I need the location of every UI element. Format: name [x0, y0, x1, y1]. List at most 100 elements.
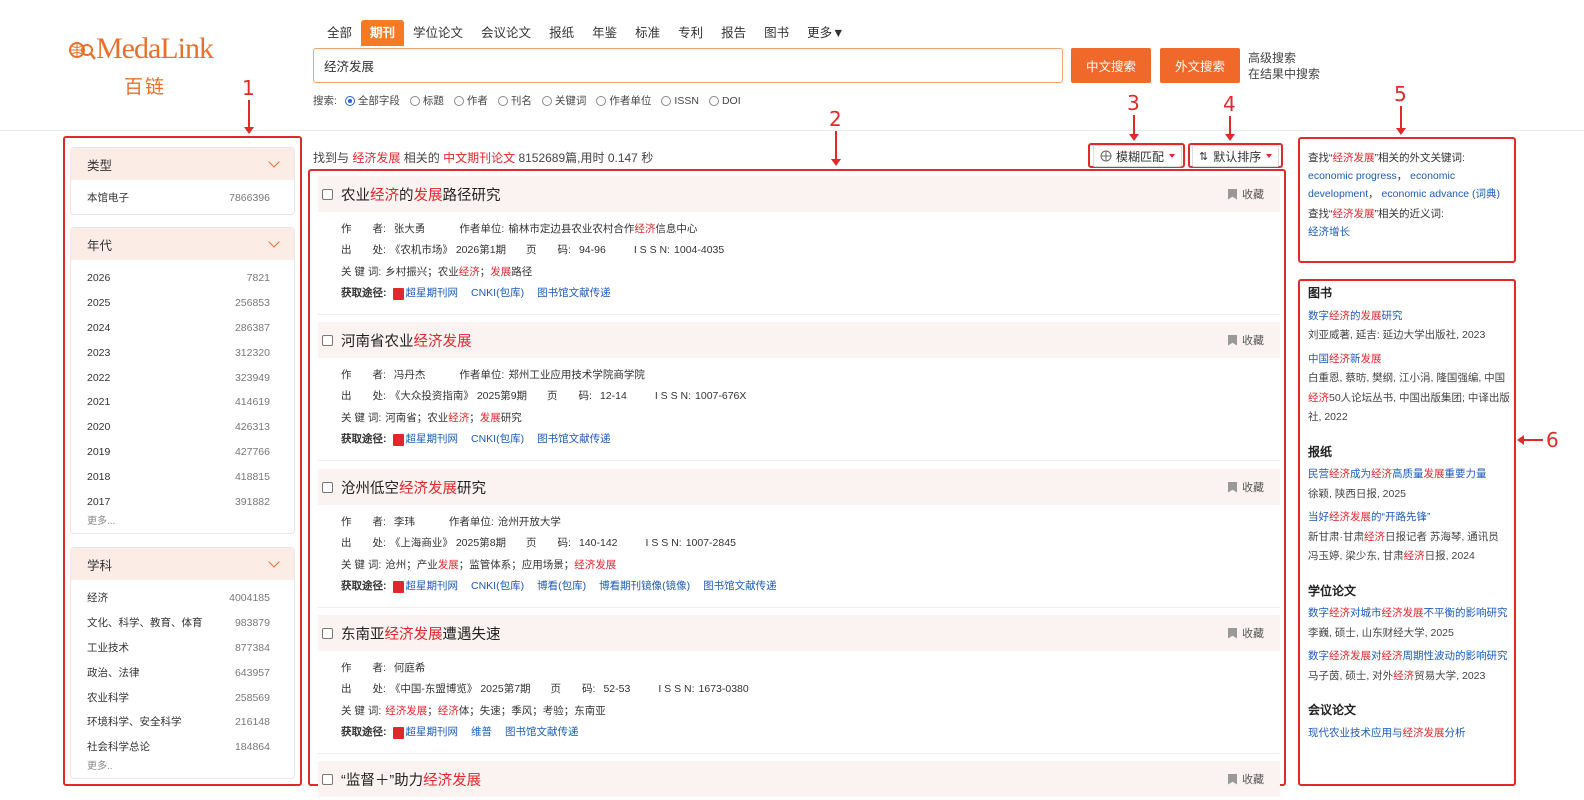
- synonym-link[interactable]: 经济增长: [1308, 226, 1350, 238]
- select-checkbox[interactable]: [322, 627, 333, 639]
- facet-header[interactable]: 学科: [71, 548, 294, 580]
- tab-10[interactable]: 更多▼: [798, 20, 853, 46]
- field-option-1[interactable]: 标题: [409, 93, 444, 108]
- radio-icon[interactable]: [708, 95, 719, 106]
- tab-6[interactable]: 标准: [626, 20, 669, 46]
- result-title-text[interactable]: 农业经济的发展路径研究: [341, 184, 501, 205]
- access-link[interactable]: 图书馆文献传递: [537, 283, 611, 304]
- author-value[interactable]: 何庭希: [394, 658, 426, 679]
- access-link[interactable]: CNKI(包库): [471, 283, 524, 304]
- field-option-5[interactable]: 作者单位: [596, 93, 651, 108]
- select-checkbox[interactable]: [322, 334, 333, 346]
- logo[interactable]: MedaLink 百链: [68, 30, 228, 100]
- access-link[interactable]: 博看期刊镜像(镜像): [599, 576, 690, 597]
- field-option-2[interactable]: 作者: [453, 93, 488, 108]
- source-value[interactable]: 《农机市场》 2026第1期: [390, 240, 506, 261]
- unit-value[interactable]: 沧州开放大学: [498, 512, 561, 533]
- facet-header[interactable]: 年代: [71, 228, 294, 260]
- select-checkbox[interactable]: [322, 188, 333, 200]
- rec-title-link[interactable]: 数字经济的发展研究: [1308, 307, 1512, 327]
- facet-item[interactable]: 经济 4004185: [71, 586, 294, 611]
- chevron-down-icon[interactable]: [268, 556, 280, 568]
- facet-item[interactable]: 农业科学 258569: [71, 686, 294, 711]
- tab-4[interactable]: 报纸: [540, 20, 583, 46]
- result-title-text[interactable]: 东南亚经济发展遭遇失速: [341, 623, 501, 644]
- field-option-3[interactable]: 刊名: [497, 93, 532, 108]
- facet-item[interactable]: 2021 414619: [71, 390, 294, 415]
- rec-title-link[interactable]: 数字经济发展对经济周期性波动的影响研究: [1308, 647, 1512, 667]
- result-title-text[interactable]: “监督＋”助力经济发展: [341, 769, 481, 790]
- facet-item[interactable]: 2026 7821: [71, 266, 294, 291]
- field-option-7[interactable]: DOI: [708, 95, 741, 107]
- rec-title-link[interactable]: 民营经济成为经济高质量发展重要力量: [1308, 465, 1512, 485]
- result-title[interactable]: “监督＋”助力经济发展 收藏: [318, 761, 1280, 797]
- access-link[interactable]: 图书馆文献传递: [537, 429, 611, 450]
- result-title[interactable]: 农业经济的发展路径研究 收藏: [318, 176, 1280, 212]
- result-title[interactable]: 东南亚经济发展遭遇失速 收藏: [318, 615, 1280, 651]
- select-checkbox[interactable]: [322, 773, 333, 785]
- rec-title-link[interactable]: 数字经济对城市经济发展不平衡的影响研究: [1308, 604, 1512, 624]
- radio-icon[interactable]: [596, 95, 607, 106]
- source-value[interactable]: 《中国-东盟博览》 2025第7期: [390, 679, 531, 700]
- facet-item[interactable]: 2024 286387: [71, 316, 294, 341]
- search-input[interactable]: [313, 48, 1063, 83]
- access-link[interactable]: CNKI(包库): [471, 429, 524, 450]
- favorite-button[interactable]: 收藏: [1228, 479, 1264, 495]
- facet-item[interactable]: 环境科学、安全科学 216148: [71, 710, 294, 735]
- facet-item[interactable]: 工业技术 877384: [71, 636, 294, 661]
- facet-item[interactable]: 2025 256853: [71, 291, 294, 316]
- facet-item[interactable]: 2023 312320: [71, 341, 294, 366]
- access-link[interactable]: 超星期刊网: [406, 722, 459, 743]
- facet-item[interactable]: 2018 418815: [71, 465, 294, 490]
- sort-button[interactable]: ⇅ 默认排序: [1192, 145, 1280, 167]
- access-link[interactable]: 博看(包库): [537, 576, 586, 597]
- radio-icon[interactable]: [409, 95, 420, 106]
- facet-item[interactable]: 2022 323949: [71, 366, 294, 391]
- access-link[interactable]: 超星期刊网: [406, 429, 459, 450]
- access-link[interactable]: 图书馆文献传递: [505, 722, 579, 743]
- access-link[interactable]: 超星期刊网: [406, 576, 459, 597]
- facet-more-link[interactable]: 更多..: [71, 760, 294, 774]
- facet-item[interactable]: 本馆电子 7866396: [71, 186, 294, 211]
- facet-item[interactable]: 政治、法律 643957: [71, 661, 294, 686]
- access-link[interactable]: CNKI(包库): [471, 576, 524, 597]
- keywords-value[interactable]: 乡村振兴；农业经济；发展路径: [385, 262, 532, 283]
- tab-3[interactable]: 会议论文: [472, 20, 540, 46]
- favorite-button[interactable]: 收藏: [1228, 625, 1264, 641]
- tab-0[interactable]: 全部: [318, 20, 361, 46]
- access-link[interactable]: 超星期刊网: [406, 283, 459, 304]
- source-value[interactable]: 《上海商业》 2025第8期: [390, 533, 506, 554]
- keywords-value[interactable]: 经济发展；经济体；失速；季风；考验；东南亚: [385, 701, 606, 722]
- chevron-down-icon[interactable]: [268, 156, 280, 168]
- favorite-button[interactable]: 收藏: [1228, 771, 1264, 787]
- field-option-4[interactable]: 关键词: [541, 93, 586, 108]
- keywords-value[interactable]: 河南省；农业经济；发展研究: [385, 408, 522, 429]
- radio-icon[interactable]: [661, 95, 672, 106]
- author-value[interactable]: 李玮: [394, 512, 415, 533]
- radio-icon[interactable]: [453, 95, 464, 106]
- author-value[interactable]: 张大勇: [394, 219, 426, 240]
- field-option-0[interactable]: 全部字段: [344, 93, 400, 108]
- access-link[interactable]: 维普: [471, 722, 492, 743]
- tab-8[interactable]: 报告: [712, 20, 755, 46]
- rec-title-link[interactable]: 当好经济发展的“开路先锋”: [1308, 508, 1512, 528]
- access-link[interactable]: 图书馆文献传递: [703, 576, 777, 597]
- source-value[interactable]: 《大众投资指南》 2025第9期: [390, 386, 527, 407]
- unit-value[interactable]: 榆林市定边县农业农村合作经济信息中心: [508, 219, 697, 240]
- facet-item[interactable]: 2020 426313: [71, 415, 294, 440]
- result-title-text[interactable]: 河南省农业经济发展: [341, 330, 472, 351]
- favorite-button[interactable]: 收藏: [1228, 332, 1264, 348]
- result-title-text[interactable]: 沧州低空经济发展研究: [341, 477, 486, 498]
- tab-5[interactable]: 年鉴: [583, 20, 626, 46]
- tab-9[interactable]: 图书: [755, 20, 798, 46]
- facet-item[interactable]: 社会科学总论 184864: [71, 735, 294, 760]
- unit-value[interactable]: 郑州工业应用技术学院商学院: [508, 365, 645, 386]
- facet-item[interactable]: 2019 427766: [71, 440, 294, 465]
- result-title[interactable]: 沧州低空经济发展研究 收藏: [318, 469, 1280, 505]
- chinese-search-button[interactable]: 中文搜索: [1071, 48, 1151, 83]
- radio-icon[interactable]: [344, 95, 355, 106]
- tab-1[interactable]: 期刊: [361, 20, 405, 46]
- foreign-term-link[interactable]: economic advance (词典): [1382, 188, 1500, 200]
- foreign-search-button[interactable]: 外文搜索: [1160, 48, 1240, 83]
- keywords-value[interactable]: 沧州；产业发展；监管体系；应用场景；经济发展: [385, 555, 616, 576]
